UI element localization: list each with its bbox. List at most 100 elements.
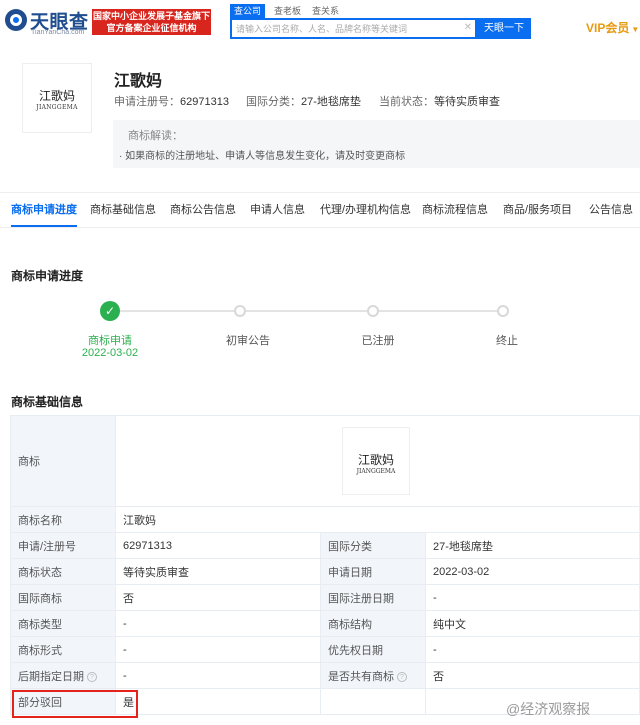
status-meta: 当前状态：等待实质审查 — [379, 93, 500, 109]
tm-structure-value: 纯中文 — [425, 610, 640, 637]
tm-form-label: 商标形式 — [10, 636, 116, 663]
top-header: 天眼查 TianYanCha.com 国家中小企业发展子基金旗下 官方备案企业征… — [0, 0, 640, 44]
priority-value: - — [425, 636, 640, 663]
check-icon: ✓ — [100, 301, 120, 321]
status-row-label: 商标状态 — [10, 558, 116, 585]
search-tab-relation[interactable]: 查关系 — [312, 4, 339, 17]
intl-class-value: 27-地毯席垫 — [425, 532, 640, 559]
reg-label: 申请/注册号 — [10, 532, 116, 559]
trademark-image-en: JIANGGEMA — [36, 104, 78, 111]
search-tab-company[interactable]: 查公司 — [230, 4, 266, 18]
trademark-small-en: JIANGGEMA — [356, 468, 396, 475]
trademark-image: 江歌妈 JIANGGEMA — [22, 63, 92, 133]
highlight-box — [12, 690, 138, 718]
later-date-label: 后期指定日期 — [18, 670, 84, 683]
tm-type-label: 商标类型 — [10, 610, 116, 637]
help-icon[interactable]: ? — [397, 671, 407, 682]
table-row: 商标名称 江歌妈 — [10, 506, 640, 533]
trademark-image-small: 江歌妈 JIANGGEMA — [342, 427, 410, 495]
progress-title: 商标申请进度 — [11, 269, 84, 283]
step-dot-2 — [234, 305, 246, 317]
badge-line2: 官方备案企业征信机构 — [106, 23, 197, 33]
clear-icon[interactable]: ✕ — [464, 22, 472, 33]
table-row: 商标状态 等待实质审查 申请日期 2022-03-02 — [10, 558, 640, 585]
trademark-small-cn: 江歌妈 — [357, 453, 394, 467]
chevron-down-icon: ▼ — [631, 25, 640, 34]
table-row: 商标形式 - 优先权日期 - — [10, 636, 640, 663]
step-label-3: 已注册 — [361, 335, 395, 347]
tm-image-cell: 江歌妈 JIANGGEMA — [115, 415, 640, 507]
tm-form-value: - — [115, 636, 321, 663]
tab-applicant[interactable]: 申请人信息 — [250, 193, 305, 227]
class-meta: 国际分类：27-地毯席垫 — [246, 93, 361, 109]
progress-line — [110, 310, 507, 312]
reg-number-value: 62971313 — [180, 96, 229, 108]
class-value: 27-地毯席垫 — [301, 96, 361, 108]
status-label: 当前状态： — [379, 96, 434, 108]
reg-number-label: 申请注册号： — [114, 96, 180, 108]
search-box: ✕ — [230, 18, 477, 39]
step-label-1: 商标申请 — [88, 335, 132, 347]
watermark: @经济观察报 — [506, 701, 591, 717]
interp-label: 商标解读： — [128, 130, 183, 142]
tm-type-value: - — [115, 610, 321, 637]
tab-process[interactable]: 商标流程信息 — [422, 193, 488, 227]
detail-tabs: 商标申请进度 商标基础信息 商标公告信息 申请人信息 代理/办理机构信息 商标流… — [0, 192, 640, 228]
tab-progress[interactable]: 商标申请进度 — [11, 193, 77, 227]
shared-value: 否 — [425, 662, 640, 689]
shared-label: 是否共有商标 — [328, 670, 394, 683]
vip-label: VIP会员 — [586, 21, 630, 35]
apply-date-label: 申请日期 — [320, 558, 426, 585]
intl-tm-value: 否 — [115, 584, 321, 611]
vip-menu[interactable]: VIP会员 ▼ — [586, 19, 639, 36]
tab-agency[interactable]: 代理/办理机构信息 — [320, 193, 411, 227]
step-dot-4 — [497, 305, 509, 317]
search-tab-boss[interactable]: 查老板 — [274, 4, 301, 17]
search-input[interactable] — [232, 20, 462, 37]
tm-structure-label: 商标结构 — [320, 610, 426, 637]
trademark-interpretation: 商标解读： · 如果商标的注册地址、申请人等信息发生变化，请及时变更商标 — [113, 120, 640, 168]
status-row-value: 等待实质审查 — [115, 558, 321, 585]
class-label: 国际分类： — [246, 96, 301, 108]
tab-notice[interactable]: 公告信息 — [589, 193, 633, 227]
table-row: 后期指定日期? - 是否共有商标? 否 — [10, 662, 640, 689]
trademark-image-cn: 江歌妈 — [38, 89, 75, 103]
later-date-value: - — [115, 662, 321, 689]
logo-sub: TianYanCha.com — [31, 29, 85, 36]
tab-announcement[interactable]: 商标公告信息 — [170, 193, 236, 227]
empty-cell — [320, 688, 426, 715]
intl-date-value: - — [425, 584, 640, 611]
name-value: 江歌妈 — [115, 506, 640, 533]
table-row: 申请/注册号 62971313 国际分类 27-地毯席垫 — [10, 532, 640, 559]
step-label-4: 终止 — [496, 335, 518, 347]
interp-text: · 如果商标的注册地址、申请人等信息发生变化，请及时变更商标 — [119, 151, 406, 162]
reg-value: 62971313 — [115, 532, 321, 559]
basic-info-title: 商标基础信息 — [11, 395, 84, 409]
table-row: 商标类型 - 商标结构 纯中文 — [10, 610, 640, 637]
step-date-1: 2022-03-02 — [81, 347, 139, 359]
step-label-2: 初审公告 — [226, 335, 270, 347]
help-icon[interactable]: ? — [87, 671, 97, 682]
table-row: 国际商标 否 国际注册日期 - — [10, 584, 640, 611]
priority-label: 优先权日期 — [320, 636, 426, 663]
search-button[interactable]: 天眼一下 — [477, 18, 531, 39]
badge-line1: 国家中小企业发展子基金旗下 — [92, 11, 210, 21]
status-value: 等待实质审查 — [434, 96, 500, 108]
official-badge: 国家中小企业发展子基金旗下 官方备案企业征信机构 — [92, 9, 211, 35]
later-date-cell: 后期指定日期? — [10, 662, 116, 689]
step-dot-3 — [367, 305, 379, 317]
logo[interactable]: 天眼查 TianYanCha.com — [4, 7, 90, 37]
partial-reject-value: 是 — [115, 688, 321, 715]
basic-info-table: 商标 江歌妈 JIANGGEMA 商标名称 江歌妈 申请/注册号 6297131… — [10, 415, 640, 715]
intl-date-label: 国际注册日期 — [320, 584, 426, 611]
apply-date-value: 2022-03-02 — [425, 558, 640, 585]
table-row: 商标 江歌妈 JIANGGEMA — [10, 415, 640, 507]
shared-cell: 是否共有商标? — [320, 662, 426, 689]
intl-class-label: 国际分类 — [320, 532, 426, 559]
logo-mark-icon — [5, 9, 27, 31]
reg-number-meta: 申请注册号：62971313 — [114, 93, 229, 109]
intl-tm-label: 国际商标 — [10, 584, 116, 611]
name-label: 商标名称 — [10, 506, 116, 533]
tab-basic-info[interactable]: 商标基础信息 — [90, 193, 156, 227]
tab-goods-services[interactable]: 商品/服务项目 — [503, 193, 572, 227]
